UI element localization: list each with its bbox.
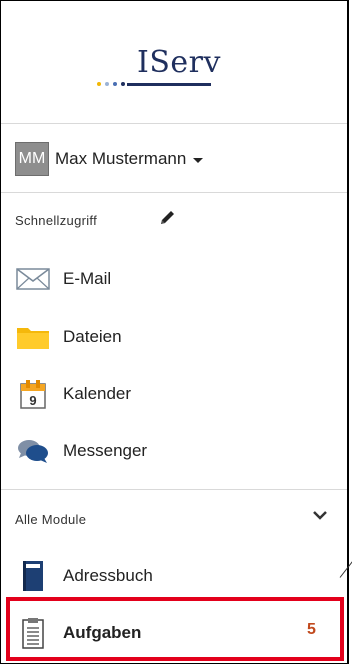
calendar-day: 9: [29, 393, 36, 408]
pencil-icon[interactable]: [158, 209, 176, 227]
logo-underline: [127, 83, 211, 86]
all-modules-label: Alle Module: [15, 512, 87, 527]
quick-access-label: Schnellzugriff: [15, 213, 98, 228]
divider: [1, 192, 347, 193]
nav-item-messenger[interactable]: Messenger: [15, 431, 147, 471]
folder-icon: [15, 323, 51, 351]
caret-down-icon: [193, 158, 204, 163]
nav-label: Adressbuch: [63, 566, 153, 585]
user-name: Max Mustermann: [55, 149, 187, 168]
chat-icon: [15, 437, 51, 465]
sidebar: IServ MM Max Mustermann Schnellzugriff E…: [0, 0, 349, 664]
divider: [1, 489, 347, 490]
nav-label: E-Mail: [63, 269, 112, 288]
nav-label: Messenger: [63, 441, 148, 460]
logo-dot-navy: [121, 82, 125, 86]
logo-dot-lightblue: [105, 82, 109, 86]
chevron-down-icon[interactable]: [312, 509, 328, 521]
user-menu[interactable]: MM Max Mustermann: [15, 141, 204, 177]
addressbook-icon: [15, 561, 51, 591]
logo-dot-yellow: [97, 82, 101, 86]
logo-dot-blue: [113, 82, 117, 86]
nav-item-email[interactable]: E-Mail: [15, 259, 111, 299]
mail-icon: [15, 265, 51, 293]
avatar: MM: [15, 142, 49, 176]
highlight-box: [6, 597, 344, 661]
logo-text: IServ: [137, 45, 221, 80]
nav-item-files[interactable]: Dateien: [15, 317, 122, 357]
nav-item-addressbook[interactable]: Adressbuch: [15, 556, 153, 596]
nav-label: Kalender: [63, 384, 132, 403]
iserv-logo[interactable]: IServ: [97, 45, 227, 95]
nav-label: Dateien: [63, 327, 122, 346]
nav-item-calendar[interactable]: 9 Kalender: [15, 374, 131, 414]
calendar-icon: 9: [15, 380, 51, 409]
divider: [1, 123, 347, 124]
